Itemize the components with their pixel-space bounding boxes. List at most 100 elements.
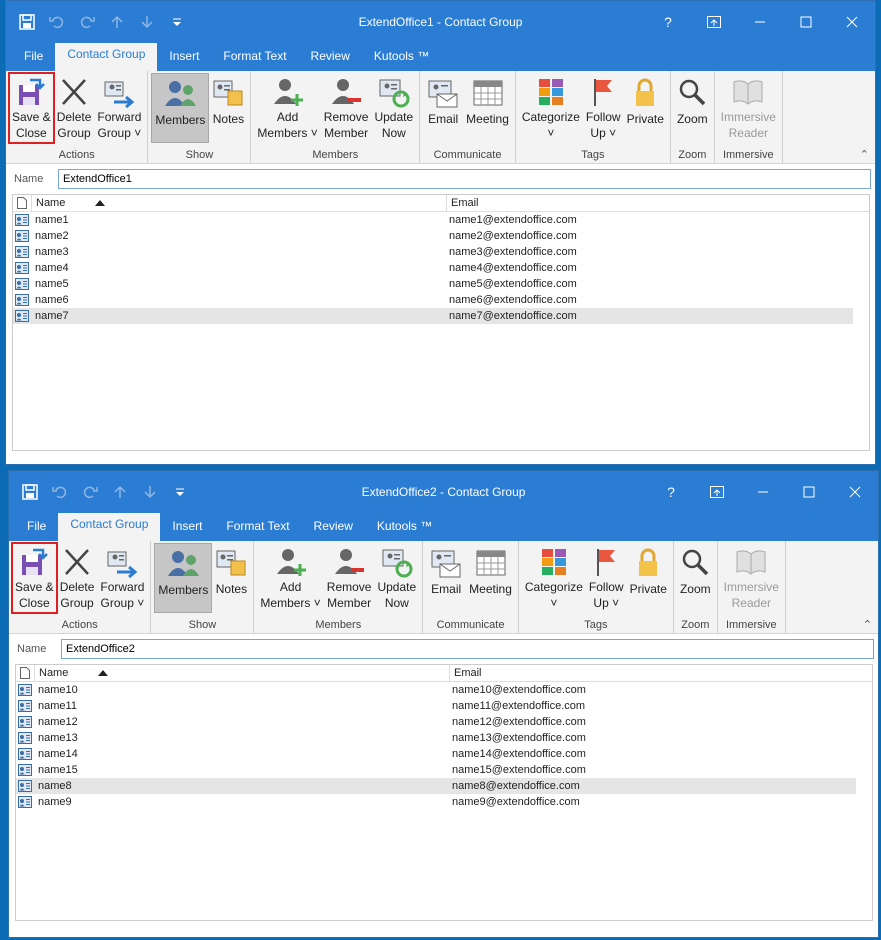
undo-icon[interactable] bbox=[47, 479, 73, 505]
member-row[interactable]: name6 name6@extendoffice.com bbox=[13, 292, 869, 308]
save-icon[interactable] bbox=[17, 479, 43, 505]
maximize-icon[interactable] bbox=[783, 1, 829, 43]
categorize-button[interactable]: Categorize ˅ bbox=[522, 543, 586, 613]
private-button[interactable]: Private bbox=[627, 543, 670, 613]
member-row[interactable]: name13 name13@extendoffice.com bbox=[16, 730, 872, 746]
tab-review[interactable]: Review bbox=[299, 43, 362, 71]
item-type-column-icon[interactable] bbox=[13, 195, 32, 211]
members-button[interactable]: Members bbox=[151, 73, 210, 143]
delete-group-button[interactable]: Delete Group bbox=[57, 543, 98, 613]
arrow-up-icon[interactable] bbox=[107, 479, 133, 505]
collapse-ribbon-icon[interactable]: ⌃ bbox=[860, 148, 869, 161]
tab-format-text[interactable]: Format Text bbox=[211, 43, 298, 71]
zoom-button[interactable]: Zoom bbox=[677, 543, 714, 613]
members-icon bbox=[166, 546, 200, 582]
tab-format-text[interactable]: Format Text bbox=[214, 513, 301, 541]
help-icon[interactable]: ? bbox=[648, 471, 694, 513]
redo-icon[interactable] bbox=[74, 9, 100, 35]
email-button[interactable]: Email bbox=[423, 73, 463, 143]
column-header-name[interactable]: Name bbox=[32, 195, 447, 211]
member-row[interactable]: name2 name2@extendoffice.com bbox=[13, 228, 869, 244]
arrow-down-icon[interactable] bbox=[137, 479, 163, 505]
meeting-button[interactable]: Meeting bbox=[466, 543, 515, 613]
column-header-email[interactable]: Email bbox=[447, 195, 869, 211]
save-icon[interactable] bbox=[14, 9, 40, 35]
member-row[interactable]: name5 name5@extendoffice.com bbox=[13, 276, 869, 292]
add-members-button[interactable]: Add Members ˅ bbox=[257, 543, 323, 613]
delete-group-button[interactable]: Delete Group bbox=[54, 73, 95, 143]
meeting-button[interactable]: Meeting bbox=[463, 73, 512, 143]
member-row[interactable]: name8 name8@extendoffice.com bbox=[16, 778, 856, 794]
arrow-down-icon[interactable] bbox=[134, 9, 160, 35]
help-icon[interactable]: ? bbox=[645, 1, 691, 43]
save-close-button[interactable]: Save & Close bbox=[11, 542, 58, 614]
minimize-icon[interactable] bbox=[737, 1, 783, 43]
email-button[interactable]: Email bbox=[426, 543, 466, 613]
member-row[interactable]: name10 name10@extendoffice.com bbox=[16, 682, 872, 698]
group-label: Tags bbox=[581, 149, 605, 161]
member-row[interactable]: name15 name15@extendoffice.com bbox=[16, 762, 872, 778]
ribbon-tabs: File Contact Group Insert Format Text Review… bbox=[9, 511, 878, 541]
item-type-column-icon[interactable] bbox=[16, 665, 35, 681]
forward-group-button[interactable]: Forward Group ˅ bbox=[97, 543, 147, 613]
column-header-name[interactable]: Name bbox=[35, 665, 450, 681]
categorize-button[interactable]: Categorize ˅ bbox=[519, 73, 583, 143]
update-now-button[interactable]: Update Now bbox=[374, 543, 419, 613]
notes-button[interactable]: Notes bbox=[212, 543, 250, 613]
customize-qa-icon[interactable] bbox=[167, 479, 193, 505]
member-row[interactable]: name7 name7@extendoffice.com bbox=[13, 308, 853, 324]
tab-contact-group[interactable]: Contact Group bbox=[58, 511, 161, 541]
member-row[interactable]: name3 name3@extendoffice.com bbox=[13, 244, 869, 260]
tab-insert[interactable]: Insert bbox=[157, 43, 211, 71]
column-header-email[interactable]: Email bbox=[450, 665, 872, 681]
group-name-input[interactable] bbox=[58, 169, 871, 189]
notes-button[interactable]: Notes bbox=[209, 73, 247, 143]
tab-insert[interactable]: Insert bbox=[160, 513, 214, 541]
add-members-label-1: Add bbox=[276, 110, 299, 124]
save-close-button[interactable]: Save & Close bbox=[8, 72, 55, 144]
member-row[interactable]: name14 name14@extendoffice.com bbox=[16, 746, 872, 762]
undo-icon[interactable] bbox=[44, 9, 70, 35]
add-members-button[interactable]: Add Members ˅ bbox=[254, 73, 320, 143]
group-name-input[interactable] bbox=[61, 639, 874, 659]
private-button[interactable]: Private bbox=[624, 73, 667, 143]
tab-contact-group[interactable]: Contact Group bbox=[55, 41, 158, 71]
members-label-1: Members bbox=[158, 583, 209, 597]
member-row[interactable]: name11 name11@extendoffice.com bbox=[16, 698, 872, 714]
close-icon[interactable] bbox=[829, 1, 875, 43]
update-now-button[interactable]: Update Now bbox=[371, 73, 416, 143]
forward-group-button[interactable]: Forward Group ˅ bbox=[94, 73, 144, 143]
tab-review[interactable]: Review bbox=[302, 513, 365, 541]
immersive-reader-button[interactable]: Immersive Reader bbox=[721, 543, 782, 613]
ribbon-display-icon[interactable] bbox=[694, 471, 740, 513]
delete-group-label-1: Delete bbox=[56, 110, 92, 124]
remove-member-button[interactable]: Remove Member bbox=[324, 543, 375, 613]
zoom-button[interactable]: Zoom bbox=[674, 73, 711, 143]
member-row[interactable]: name1 name1@extendoffice.com bbox=[13, 212, 869, 228]
minimize-icon[interactable] bbox=[740, 471, 786, 513]
customize-qa-icon[interactable] bbox=[164, 9, 190, 35]
members-button[interactable]: Members bbox=[154, 543, 213, 613]
remove-member-button[interactable]: Remove Member bbox=[321, 73, 372, 143]
member-row[interactable]: name4 name4@extendoffice.com bbox=[13, 260, 869, 276]
immersive-reader-button[interactable]: Immersive Reader bbox=[718, 73, 779, 143]
group-label: Show bbox=[185, 149, 214, 161]
tab-kutools[interactable]: Kutools ™ bbox=[362, 43, 441, 71]
group-label: Actions bbox=[61, 619, 98, 631]
redo-icon[interactable] bbox=[77, 479, 103, 505]
ribbon-display-icon[interactable] bbox=[691, 1, 737, 43]
meeting-icon bbox=[471, 75, 505, 111]
forward-group-icon bbox=[102, 75, 136, 109]
follow-up-button[interactable]: Follow Up ˅ bbox=[586, 543, 627, 613]
tab-file[interactable]: File bbox=[15, 513, 58, 541]
tab-file[interactable]: File bbox=[12, 43, 55, 71]
member-row[interactable]: name9 name9@extendoffice.com bbox=[16, 794, 872, 810]
notes-label-1: Notes bbox=[212, 112, 245, 126]
maximize-icon[interactable] bbox=[786, 471, 832, 513]
close-icon[interactable] bbox=[832, 471, 878, 513]
follow-up-button[interactable]: Follow Up ˅ bbox=[583, 73, 624, 143]
collapse-ribbon-icon[interactable]: ⌃ bbox=[863, 618, 872, 631]
arrow-up-icon[interactable] bbox=[104, 9, 130, 35]
member-row[interactable]: name12 name12@extendoffice.com bbox=[16, 714, 872, 730]
tab-kutools[interactable]: Kutools ™ bbox=[365, 513, 444, 541]
